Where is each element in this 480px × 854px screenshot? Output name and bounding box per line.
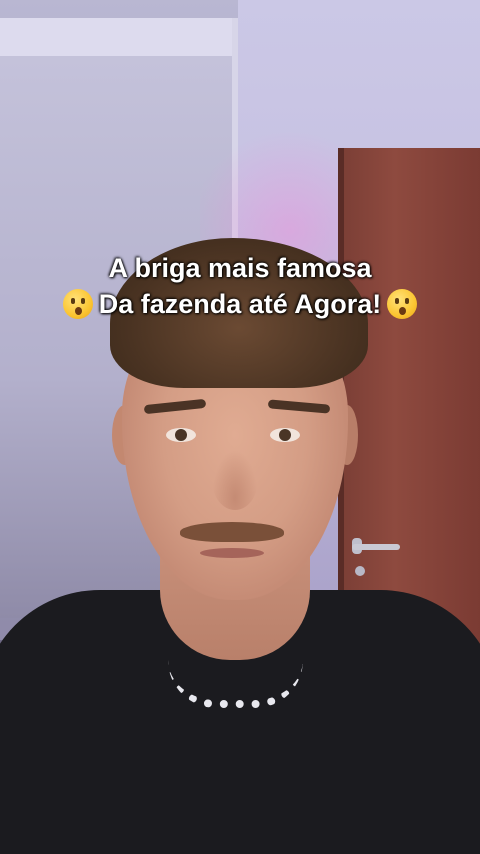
caption-line-1: A briga mais famosa [108,253,372,283]
caption-line-2-text: Da fazenda até Agora! [98,289,382,319]
mustache [180,522,284,542]
left-eye [166,428,196,442]
mouth [200,548,264,558]
video-caption: A briga mais famosa Da fazenda até Agora… [0,250,480,322]
window-top-bar [0,18,232,56]
door-handle [352,544,400,550]
door-lock [355,566,365,576]
right-eye [270,428,300,442]
astonished-face-icon [62,289,93,319]
video-frame: A briga mais famosa Da fazenda até Agora… [0,0,480,854]
astonished-face-icon [387,289,418,319]
nose [212,450,258,510]
caption-line-2: Da fazenda até Agora! [0,286,480,322]
